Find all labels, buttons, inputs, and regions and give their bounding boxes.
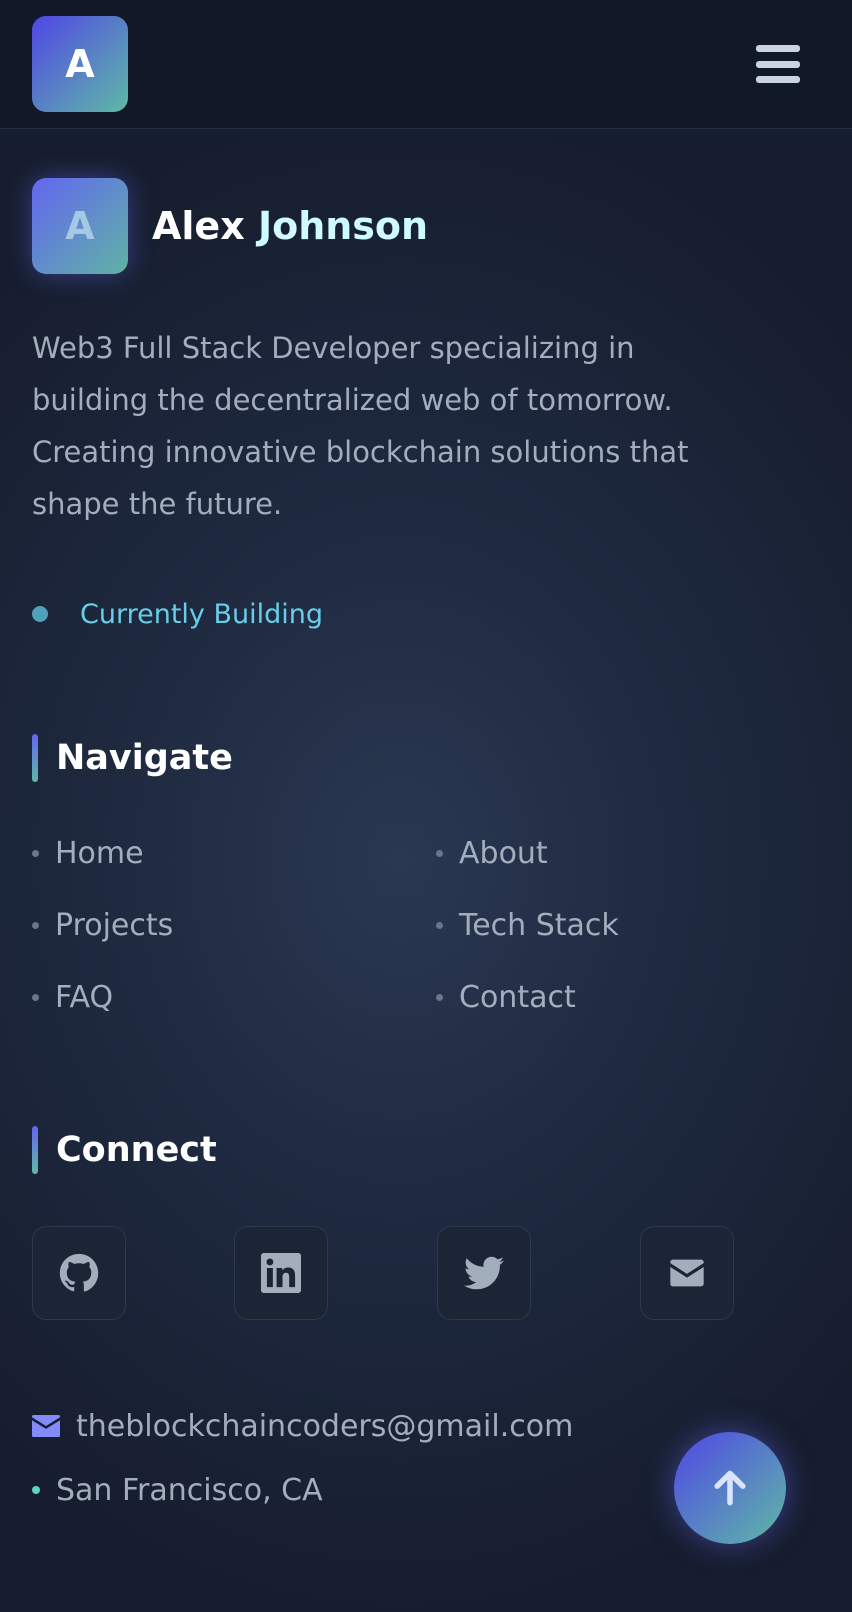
linkedin-icon — [261, 1253, 301, 1293]
profile-avatar: A — [32, 178, 128, 274]
top-bar: A — [0, 0, 852, 129]
linkedin-link[interactable] — [234, 1226, 328, 1320]
first-name: Alex — [152, 204, 245, 248]
menu-line — [756, 60, 800, 68]
location-text: San Francisco, CA — [56, 1472, 323, 1508]
nav-link-about[interactable]: About — [436, 836, 548, 871]
bullet-icon — [32, 994, 39, 1001]
contact-location: San Francisco, CA — [32, 1468, 323, 1512]
avatar-letter: A — [65, 204, 95, 248]
nav-link-label: About — [459, 836, 548, 871]
twitter-link[interactable] — [437, 1226, 531, 1320]
heading-accent-bar — [32, 1126, 38, 1174]
status-badge: Currently Building — [32, 594, 323, 634]
status-dot-icon — [32, 606, 48, 622]
nav-link-label: FAQ — [55, 980, 114, 1015]
bio-text: Web3 Full Stack Developer specializing i… — [32, 331, 689, 521]
connect-heading: Connect — [32, 1126, 217, 1174]
nav-link-projects[interactable]: Projects — [32, 908, 173, 943]
twitter-icon — [464, 1256, 504, 1290]
github-link[interactable] — [32, 1226, 126, 1320]
menu-icon[interactable] — [756, 42, 800, 86]
status-text: Currently Building — [80, 598, 323, 630]
bullet-icon — [436, 922, 443, 929]
nav-link-label: Projects — [55, 908, 174, 943]
envelope-icon — [670, 1259, 704, 1287]
scroll-to-top-button[interactable] — [674, 1432, 786, 1544]
connect-title: Connect — [56, 1130, 217, 1170]
arrow-up-icon — [714, 1470, 746, 1506]
logo[interactable]: A — [32, 16, 128, 112]
location-dot-icon — [32, 1486, 40, 1494]
last-name: Johnson — [257, 204, 429, 248]
bullet-icon — [436, 994, 443, 1001]
bullet-icon — [436, 850, 443, 857]
envelope-icon — [32, 1415, 60, 1437]
logo-letter: A — [65, 42, 95, 86]
menu-line — [756, 45, 800, 52]
bullet-icon — [32, 850, 39, 857]
navigate-heading: Navigate — [32, 734, 233, 782]
bullet-icon — [32, 922, 39, 929]
contact-email[interactable]: theblockchaincoders@gmail.com — [32, 1404, 573, 1448]
nav-link-contact[interactable]: Contact — [436, 980, 576, 1015]
nav-link-home[interactable]: Home — [32, 836, 144, 871]
nav-link-faq[interactable]: FAQ — [32, 980, 113, 1015]
nav-link-label: Contact — [459, 980, 576, 1015]
profile-name: Alex Johnson — [152, 200, 428, 252]
github-icon — [59, 1253, 99, 1292]
heading-accent-bar — [32, 734, 38, 782]
email-link[interactable] — [640, 1226, 734, 1320]
nav-link-label: Home — [55, 836, 144, 871]
email-text: theblockchaincoders@gmail.com — [76, 1408, 574, 1444]
navigate-title: Navigate — [56, 738, 233, 778]
menu-line — [756, 76, 800, 83]
nav-link-tech-stack[interactable]: Tech Stack — [436, 908, 619, 943]
nav-link-label: Tech Stack — [459, 908, 619, 943]
